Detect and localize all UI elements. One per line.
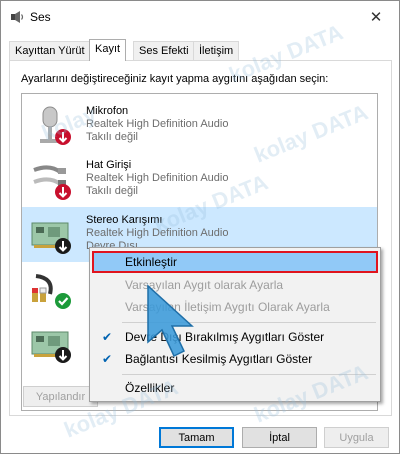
speaker-icon [11, 11, 24, 23]
checkmark-icon: ✔ [101, 352, 113, 366]
microphone-icon [40, 106, 71, 145]
audio-cable-icon [32, 274, 71, 309]
device-name: Stereo Karışımı [86, 214, 163, 226]
menu-item-set-default[interactable]: Varsayılan Aygıt olarak Ayarla [92, 274, 378, 296]
menu-item-enable[interactable]: Etkinleştir [92, 251, 378, 273]
checkmark-icon: ✔ [101, 330, 113, 344]
configure-button[interactable]: Yapılandır [23, 386, 98, 407]
device-name: Hat Girişi [86, 159, 132, 171]
close-button[interactable]: ✕ [353, 1, 399, 33]
tab-playback[interactable]: Kayıttan Yürüt [9, 41, 91, 60]
device-item-microphone[interactable]: Mikrofon Realtek High Definition Audio T… [22, 98, 377, 153]
cursor-arrow-icon [147, 284, 194, 358]
title-bar: Ses ✕ [1, 1, 399, 33]
tab-recording[interactable]: Kayıt [89, 39, 127, 61]
menu-item-properties[interactable]: Özellikler [92, 377, 378, 399]
sound-card-icon [31, 222, 71, 254]
sound-dialog: Ses ✕ Kayıttan Yürüt Kayıt Ses Efekti İl… [0, 0, 400, 454]
line-in-cable-icon [33, 165, 71, 200]
menu-item-set-default-communication[interactable]: Varsayılan İletişim Aygıtı Olarak Ayarla [92, 296, 378, 318]
device-description: Realtek High Definition Audio [86, 227, 229, 239]
apply-button[interactable]: Uygula [324, 427, 389, 448]
sound-card-icon [31, 331, 71, 363]
device-item-line-in[interactable]: Hat Girişi Realtek High Definition Audio… [22, 152, 377, 207]
menu-separator [122, 374, 376, 375]
device-status: Takılı değil [86, 185, 138, 197]
instruction-text: Ayarlarını değiştireceğiniz kayıt yapma … [21, 73, 329, 85]
menu-item-label: Özellikler [125, 381, 175, 395]
device-description: Realtek High Definition Audio [86, 118, 229, 130]
ok-button[interactable]: Tamam [159, 427, 234, 448]
close-icon: ✕ [369, 9, 383, 26]
menu-item-show-disconnected[interactable]: ✔ Bağlantısı Kesilmiş Aygıtları Göster [92, 348, 378, 370]
tab-sound-effects[interactable]: Ses Efekti [133, 41, 195, 60]
window-title: Ses [30, 10, 51, 24]
cancel-button[interactable]: İptal [242, 427, 317, 448]
device-status: Takılı değil [86, 131, 138, 143]
tab-communications[interactable]: İletişim [193, 41, 240, 60]
context-menu: Etkinleştir Varsayılan Aygıt olarak Ayar… [89, 247, 381, 402]
menu-item-show-disabled[interactable]: ✔ Devre Dışı Bırakılmış Aygıtları Göster [92, 326, 378, 348]
menu-item-label: Etkinleştir [125, 255, 178, 269]
device-description: Realtek High Definition Audio [86, 172, 229, 184]
device-name: Mikrofon [86, 105, 129, 117]
